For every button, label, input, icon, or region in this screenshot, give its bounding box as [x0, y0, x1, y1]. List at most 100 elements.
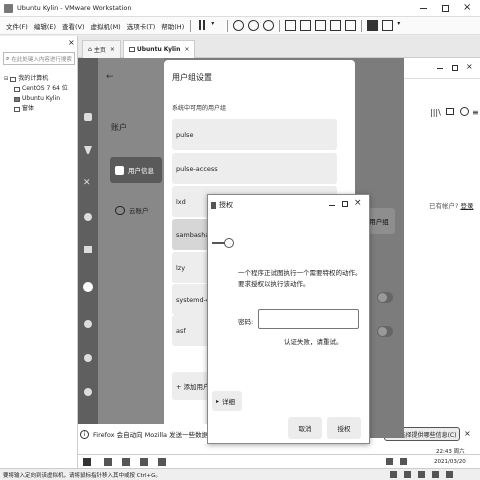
menu-help[interactable]: 帮助(H) — [161, 21, 184, 31]
tray-icon[interactable] — [400, 458, 407, 465]
tree-vm-kylin[interactable]: Ubuntu Kylin — [4, 94, 68, 104]
unity-icon[interactable] — [345, 20, 357, 31]
close-icon[interactable]: × — [463, 2, 471, 13]
terminal-icon[interactable] — [367, 20, 379, 31]
menu-vm[interactable]: 虚拟机(M) — [91, 21, 121, 31]
back-arrow-icon[interactable]: ← — [106, 72, 114, 82]
personalize-icon[interactable]: ✕ — [83, 178, 91, 188]
vm-running-icon — [14, 96, 20, 102]
auth-message: 一个程序正试图执行一个需要特权的动作。要求授权以执行该动作。 — [238, 269, 362, 288]
tray-icon[interactable] — [386, 458, 393, 465]
tree-vm-window[interactable]: 窗体 — [4, 104, 68, 114]
system-icon[interactable] — [84, 113, 92, 121]
cancel-button[interactable]: 取消 — [288, 417, 322, 439]
password-field[interactable] — [258, 309, 359, 329]
section-title: 账户 — [111, 123, 127, 132]
firefox-notification: i Firefox 会自动向 Mozilla 发送一些数据 — [78, 424, 207, 444]
snapshot-icon[interactable] — [233, 20, 245, 31]
pause-icon[interactable] — [196, 20, 207, 31]
tab-close-icon[interactable]: × — [184, 46, 189, 53]
toolbar-separator — [279, 19, 281, 32]
account-icon[interactable] — [83, 282, 93, 292]
menu-icon[interactable]: ≡ — [472, 108, 479, 117]
task-icon[interactable] — [122, 458, 130, 466]
menu-tabs[interactable]: 选项卡(T) — [127, 21, 156, 31]
vm-icon — [128, 46, 135, 52]
account-icon[interactable] — [460, 107, 469, 116]
device-icon[interactable] — [418, 471, 425, 478]
dialog-subtitle: 系统中可用的用户组 — [172, 105, 227, 112]
minimize-icon[interactable] — [420, 8, 427, 9]
shield-icon — [211, 201, 216, 209]
tab-home-label: 主页 — [93, 46, 106, 54]
minimize-icon[interactable] — [329, 205, 335, 206]
vmware-titlebar: Ubuntu Kylin - VMware Workstation × — [0, 0, 480, 17]
tree-root[interactable]: ⊟ 我的计算机 — [4, 74, 68, 84]
menu-edit[interactable]: 编辑(E) — [34, 21, 56, 31]
stretch-icon[interactable] — [382, 20, 394, 31]
toggle-2[interactable] — [377, 326, 393, 337]
device-icon[interactable] — [446, 471, 453, 478]
menu-view[interactable]: 查看(V) — [62, 21, 85, 31]
library-icon[interactable]: |||\ — [430, 108, 441, 117]
network-icon[interactable] — [84, 213, 92, 221]
notification-close-icon[interactable]: × — [464, 429, 471, 438]
library-panel: × ⌕ 在此处键入内容进行搜索 ⊟ 我的计算机 CentOS 7 64 位 Ubu… — [0, 36, 78, 468]
have-account-text: 已有帐户? — [429, 202, 459, 210]
close-icon[interactable]: × — [354, 198, 362, 208]
maximize-icon[interactable] — [442, 5, 449, 12]
window-title: Ubuntu Kylin - VMware Workstation — [17, 4, 132, 12]
task-icon[interactable] — [104, 458, 112, 466]
task-icon[interactable] — [140, 458, 148, 466]
sidebar-icon[interactable] — [446, 108, 454, 115]
revert-icon[interactable] — [248, 20, 260, 31]
info-icon[interactable] — [84, 388, 92, 396]
menu-file[interactable]: 文件(F) — [6, 21, 28, 31]
security-icon[interactable] — [84, 354, 92, 362]
tab-ubuntu-kylin[interactable]: Ubuntu Kylin × — [122, 39, 196, 58]
time-icon[interactable] — [84, 320, 92, 328]
dropdown-icon[interactable]: ▾ — [397, 20, 408, 31]
devices-icon[interactable] — [84, 146, 92, 154]
login-prompt: 已有帐户? 登录 — [429, 200, 473, 210]
library-view-icon[interactable] — [285, 20, 297, 31]
nav-user-info[interactable]: 用户信息 — [110, 157, 162, 183]
fullscreen-icon[interactable] — [330, 20, 342, 31]
toolbar-separator — [227, 19, 229, 32]
maximize-icon[interactable] — [452, 65, 458, 71]
user-icon — [115, 165, 124, 175]
device-icon[interactable] — [404, 471, 411, 478]
minimize-icon[interactable] — [437, 68, 443, 69]
library-close-icon[interactable]: × — [68, 38, 75, 47]
device-icon[interactable] — [390, 471, 397, 478]
toggle-1[interactable] — [377, 292, 393, 303]
library-search-input[interactable]: ⌕ 在此处键入内容进行搜索 — [3, 52, 75, 65]
nav-cloud-label: 云账户 — [129, 207, 149, 215]
task-icon[interactable] — [158, 458, 166, 466]
start-icon[interactable] — [83, 458, 91, 466]
group-name: pulse — [176, 130, 194, 139]
tab-close-icon[interactable]: × — [110, 46, 115, 53]
dropdown-icon[interactable]: ▾ — [211, 20, 222, 31]
tab-home[interactable]: ⌂ 主页 × — [82, 39, 121, 58]
console-view-icon[interactable] — [300, 20, 312, 31]
group-name: asf — [176, 326, 186, 335]
device-icon[interactable] — [432, 471, 439, 478]
search-placeholder: 在此处键入内容进行搜索 — [11, 56, 72, 63]
thumbnail-view-icon[interactable] — [315, 20, 327, 31]
login-link[interactable]: 登录 — [460, 200, 473, 210]
expand-icon: ▸ — [216, 397, 220, 405]
authorize-label: 授权 — [337, 425, 351, 433]
group-item[interactable]: pulse-access — [172, 153, 337, 184]
tree-vm-centos[interactable]: CentOS 7 64 位 — [4, 84, 68, 94]
details-button[interactable]: ▸ 详细 — [212, 391, 242, 411]
group-item[interactable]: pulse — [172, 119, 337, 150]
vmware-menubar: 文件(F) 编辑(E) 查看(V) 虚拟机(M) 选项卡(T) 帮助(H) ▾ … — [0, 17, 480, 35]
maximize-icon[interactable] — [342, 201, 348, 207]
display-icon[interactable] — [84, 246, 92, 253]
close-icon[interactable]: × — [466, 62, 473, 71]
authorize-button[interactable]: 授权 — [327, 417, 361, 439]
info-icon: i — [80, 429, 89, 439]
nav-cloud-account[interactable]: 云账户 — [110, 198, 162, 222]
manage-snapshots-icon[interactable] — [263, 20, 275, 31]
